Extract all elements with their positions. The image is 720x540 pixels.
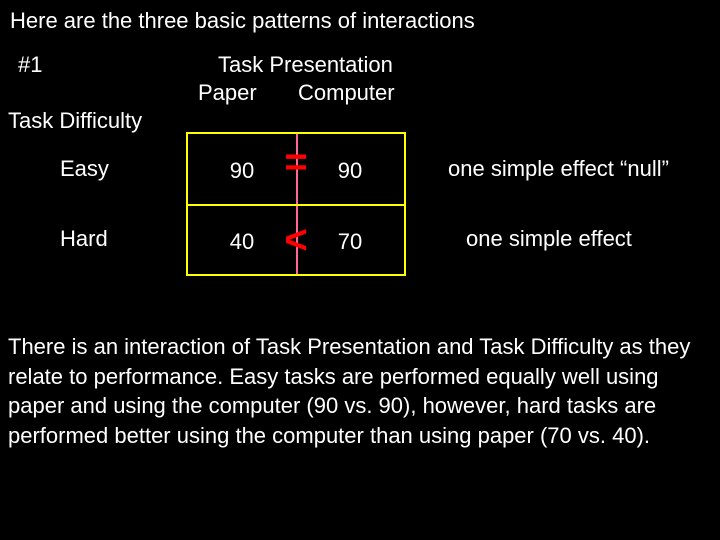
row-label-easy: Easy [60,156,109,182]
pattern-number: #1 [18,52,42,78]
col-header-title: Task Presentation [218,52,393,78]
effect-label-easy: one simple effect “null” [448,156,669,182]
page-title: Here are the three basic patterns of int… [10,8,712,34]
data-grid: 90 = 90 40 < 70 [186,132,406,276]
operator-hard: < [284,220,307,260]
grid-row-hard: 40 < 70 [188,204,404,274]
grid-row-easy: 90 = 90 [188,134,404,204]
row-label-hard: Hard [60,226,108,252]
interaction-table-area: #1 Task Presentation Paper Computer Task… [8,52,712,312]
col-header-paper: Paper [198,80,257,106]
row-header-title: Task Difficulty [8,108,142,134]
summary-text: There is an interaction of Task Presenta… [8,332,712,451]
cell-hard-computer: 70 [296,225,404,255]
cell-easy-paper: 90 [188,154,296,184]
col-header-computer: Computer [298,80,395,106]
operator-easy: = [284,142,307,182]
cell-easy-computer: 90 [296,154,404,184]
effect-label-hard: one simple effect [466,226,632,252]
cell-hard-paper: 40 [188,225,296,255]
